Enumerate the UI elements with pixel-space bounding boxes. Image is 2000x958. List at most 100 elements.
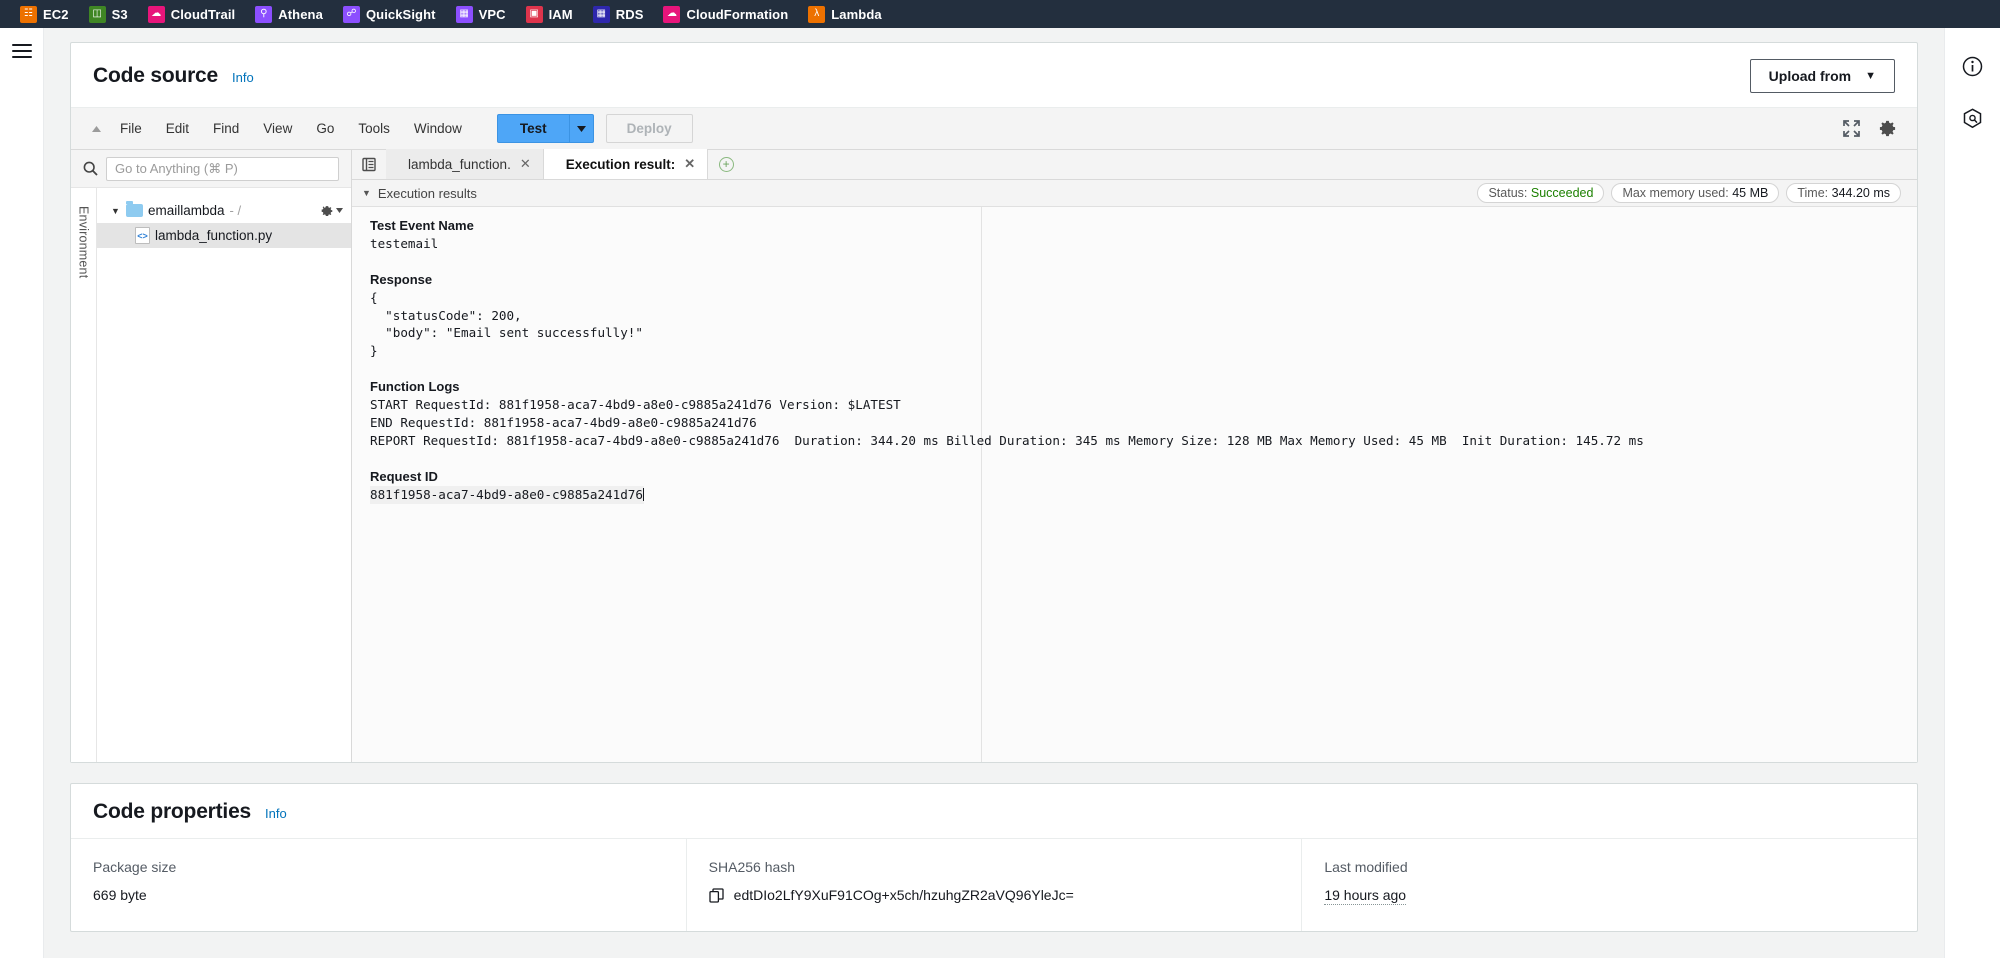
aws-service-label: S3 — [111, 6, 128, 22]
iam-icon: ▣ — [525, 5, 543, 23]
aws-service-label: QuickSight — [365, 6, 436, 22]
chevron-down-icon[interactable]: ▼ — [111, 206, 121, 216]
aws-service-label: IAM — [548, 6, 573, 22]
menu-window[interactable]: Window — [403, 116, 473, 141]
property-value: 19 hours ago — [1324, 887, 1895, 905]
tree-row-file[interactable]: <> lambda_function.py — [97, 223, 351, 248]
close-icon[interactable]: ✕ — [684, 156, 695, 172]
tab-lambda-function[interactable]: lambda_function. ✕ — [386, 149, 544, 179]
property-package-size: Package size 669 byte — [71, 839, 686, 931]
aws-service-label: CloudFormation — [686, 6, 789, 22]
page-title: Code source — [93, 64, 218, 87]
time-badge-label: Time: — [1797, 186, 1829, 200]
code-source-info-link[interactable]: Info — [232, 70, 254, 85]
execution-results-title: Execution results — [377, 185, 477, 201]
rds-icon: ▦ — [592, 5, 610, 23]
aws-service-s3[interactable]: ◫ S3 — [79, 0, 138, 28]
file-name: lambda_function.py — [155, 228, 273, 243]
code-properties-grid: Package size 669 byte SHA256 hash edtDIo… — [71, 838, 1917, 931]
search-icon — [83, 161, 98, 176]
menu-tools[interactable]: Tools — [347, 116, 401, 141]
status-badge-value: Succeeded — [1530, 186, 1594, 200]
test-event-name-value: testemail — [370, 235, 439, 251]
environment-strip[interactable]: Environment — [71, 188, 97, 762]
response-body: { "statusCode": 200, "body": "Email sent… — [370, 289, 643, 359]
copy-icon[interactable] — [709, 887, 724, 903]
test-button[interactable]: Test — [496, 114, 569, 143]
last-modified-value[interactable]: 19 hours ago — [1324, 887, 1407, 905]
menu-go[interactable]: Go — [305, 116, 345, 141]
folder-name: emaillambda — [148, 203, 225, 218]
aws-service-cloudtrail[interactable]: ☁ CloudTrail — [138, 0, 246, 28]
file-tree-settings-icon[interactable] — [320, 204, 343, 218]
folder-icon — [126, 201, 143, 217]
aws-service-athena[interactable]: ⚲ Athena — [245, 0, 333, 28]
menu-hamburger-icon[interactable] — [11, 40, 32, 62]
log-line-report: REPORT RequestId: 881f1958-aca7-4bd9-a8e… — [370, 432, 1644, 448]
code-properties-title: Code properties — [93, 800, 252, 823]
ide-settings-gear-icon[interactable] — [1878, 119, 1897, 138]
function-logs-label: Function Logs — [370, 379, 460, 395]
execution-results-console[interactable]: Test Event Name testemail Response { "st… — [352, 207, 1917, 762]
right-help-rail — [1944, 28, 2000, 958]
collapse-toggle-icon[interactable] — [85, 125, 107, 133]
menu-edit[interactable]: Edit — [155, 116, 200, 141]
editor-tab-bar: lambda_function. ✕ Execution result: ✕ + — [352, 149, 1917, 180]
folder-path: - / — [229, 203, 242, 218]
search-input[interactable] — [106, 156, 339, 181]
main-content: Code source Info Upload from ▼ File Edit — [44, 28, 1944, 958]
aws-service-iam[interactable]: ▣ IAM — [516, 0, 583, 28]
package-size-value: 669 byte — [93, 887, 147, 903]
upload-from-label: Upload from — [1768, 68, 1852, 84]
vpc-icon: ▦ — [455, 5, 473, 23]
file-explorer-panel: Environment ▼ emaillambda - / — [71, 150, 352, 762]
code-source-header: Code source Info Upload from ▼ — [71, 43, 1917, 107]
code-properties-info-link[interactable]: Info — [265, 806, 287, 821]
upload-from-button[interactable]: Upload from ▼ — [1749, 59, 1895, 93]
tab-list-icon[interactable] — [352, 149, 386, 179]
aws-service-vpc[interactable]: ▦ VPC — [446, 0, 516, 28]
property-sha256-hash: SHA256 hash edtDIo2LfY9XuF91COg+x5ch/hzu… — [685, 839, 1302, 931]
left-navigation-rail — [0, 28, 44, 958]
aws-service-quicksight[interactable]: ☍ QuickSight — [333, 0, 446, 28]
aws-service-label: EC2 — [43, 6, 69, 22]
cloud9-ide: File Edit Find View Go Tools Window Test… — [71, 107, 1917, 762]
aws-service-lambda[interactable]: λ Lambda — [798, 0, 891, 28]
aws-service-cloudformation[interactable]: ☁ CloudFormation — [653, 0, 798, 28]
tab-execution-results[interactable]: Execution result: ✕ — [543, 149, 709, 179]
athena-icon: ⚲ — [255, 5, 273, 23]
test-dropdown-caret-icon[interactable] — [568, 114, 594, 143]
environment-label: Environment — [76, 206, 91, 279]
max-memory-badge-value: 45 MB — [1732, 186, 1769, 200]
property-key: SHA256 hash — [708, 859, 796, 875]
status-badge: Status: Succeeded — [1477, 183, 1605, 203]
deploy-button[interactable]: Deploy — [605, 114, 693, 143]
plus-icon: + — [718, 156, 734, 172]
menu-find[interactable]: Find — [202, 116, 250, 141]
text-caret — [642, 487, 644, 501]
shortcuts-icon[interactable] — [1961, 106, 1985, 130]
ide-menu-bar: File Edit Find View Go Tools Window Test… — [71, 108, 1917, 150]
tree-row-folder[interactable]: ▼ emaillambda - / — [97, 198, 351, 223]
editor-panel: lambda_function. ✕ Execution result: ✕ + — [352, 149, 1917, 762]
request-id-row: 881f1958-aca7-4bd9-a8e0-c9885a241d76 — [370, 485, 644, 504]
python-file-icon: <> — [135, 227, 150, 244]
test-button-group: Test — [496, 114, 594, 143]
ide-menu-right-icons — [1843, 119, 1909, 138]
aws-service-rds[interactable]: ▦ RDS — [583, 0, 654, 28]
menu-view[interactable]: View — [252, 116, 303, 141]
aws-service-ec2[interactable]: ☷ EC2 — [10, 0, 79, 28]
close-icon[interactable]: ✕ — [520, 156, 531, 172]
property-value: edtDIo2LfY9XuF91COg+x5ch/hzuhgZR2aVQ96Yl… — [709, 887, 1280, 903]
new-tab-button[interactable]: + — [708, 149, 744, 179]
info-icon[interactable] — [1961, 54, 1985, 78]
aws-service-label: VPC — [478, 6, 506, 22]
lambda-icon: λ — [808, 5, 826, 23]
s3-icon: ◫ — [88, 5, 106, 23]
property-value: 669 byte — [93, 887, 664, 903]
collapse-chevron-icon[interactable]: ▼ — [362, 188, 371, 198]
aws-service-label: Lambda — [831, 6, 882, 22]
fullscreen-icon[interactable] — [1843, 120, 1860, 137]
menu-file[interactable]: File — [109, 116, 153, 141]
aws-service-label: Athena — [278, 6, 323, 22]
